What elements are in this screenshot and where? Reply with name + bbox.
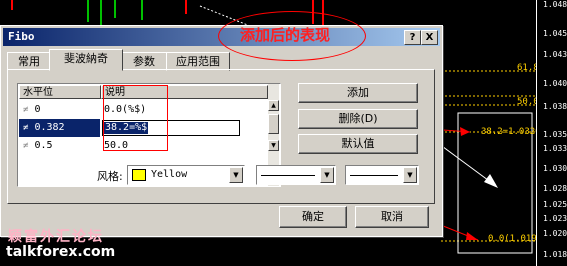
delete-button[interactable]: 删除(D) xyxy=(298,109,418,129)
column-header-level[interactable]: 水平位 xyxy=(19,85,101,99)
level-value: ≠ 0 xyxy=(23,104,41,115)
price-tick: 1.0305 xyxy=(543,164,567,173)
price-tick: 1.0180 xyxy=(543,250,567,259)
price-tick: 1.0455 xyxy=(543,29,567,38)
scroll-thumb[interactable] xyxy=(268,114,279,134)
style-label: 风格: xyxy=(97,170,123,183)
price-tick: 1.0480 xyxy=(543,0,567,9)
line-style-select[interactable]: ▼ xyxy=(256,165,336,185)
color-name: Yellow xyxy=(151,169,188,180)
highlight-box xyxy=(103,85,168,151)
annotation-text: 添加后的表现 xyxy=(240,26,331,44)
cancel-button[interactable]: 取消 xyxy=(355,206,429,228)
color-swatch xyxy=(132,169,146,181)
default-button[interactable]: 默认值 xyxy=(298,134,418,154)
watermark-title: 颖富外汇论坛 xyxy=(8,229,104,245)
ok-button[interactable]: 确定 xyxy=(279,206,347,228)
price-tick: 1.0355 xyxy=(543,130,567,139)
line-style-preview xyxy=(261,175,315,176)
close-button[interactable]: X xyxy=(421,30,438,45)
watermark-url: talkforex.com xyxy=(6,244,116,260)
line-width-select[interactable]: ▼ xyxy=(345,165,419,185)
fibo-dialog: Fibo ? X 常用 斐波納奇 参数 应用范围 水平位 说明 ≠ 0 0.0(… xyxy=(0,25,443,237)
price-tick: 1.0405 xyxy=(543,79,567,88)
fib-level-icon: ≠ xyxy=(23,105,29,115)
add-button[interactable]: 添加 xyxy=(298,83,418,103)
chevron-down-icon[interactable]: ▼ xyxy=(320,167,334,183)
fib-label-38-2: 38.2=1.0320 xyxy=(481,127,541,137)
chevron-down-icon[interactable]: ▼ xyxy=(403,167,417,183)
price-tick: 1.0380 xyxy=(543,102,567,111)
line-width-preview xyxy=(350,175,398,176)
price-tick: 1.0430 xyxy=(543,50,567,59)
scroll-down-icon[interactable]: ▼ xyxy=(268,140,279,151)
color-select[interactable]: Yellow ▼ xyxy=(127,165,245,185)
price-tick: 1.0230 xyxy=(543,214,567,223)
level-value: ≠ 0.382 xyxy=(23,122,65,133)
level-value: ≠ 0.5 xyxy=(23,140,53,151)
price-tick: 1.0205 xyxy=(543,229,567,238)
price-tick: 1.0255 xyxy=(543,200,567,209)
dialog-title: Fibo xyxy=(8,30,35,43)
scroll-up-icon[interactable]: ▲ xyxy=(268,100,279,111)
help-button[interactable]: ? xyxy=(404,30,421,45)
price-tick: 1.0330 xyxy=(543,144,567,153)
fib-level-icon: ≠ xyxy=(23,141,29,151)
fib-level-icon: ≠ xyxy=(23,123,29,133)
tab-fibonacci[interactable]: 斐波納奇 xyxy=(49,49,123,71)
price-scale: 1.0480 1.0455 1.0430 1.0405 1.0380 1.035… xyxy=(536,0,567,266)
chevron-down-icon[interactable]: ▼ xyxy=(229,167,243,183)
price-tick: 1.0280 xyxy=(543,184,567,193)
